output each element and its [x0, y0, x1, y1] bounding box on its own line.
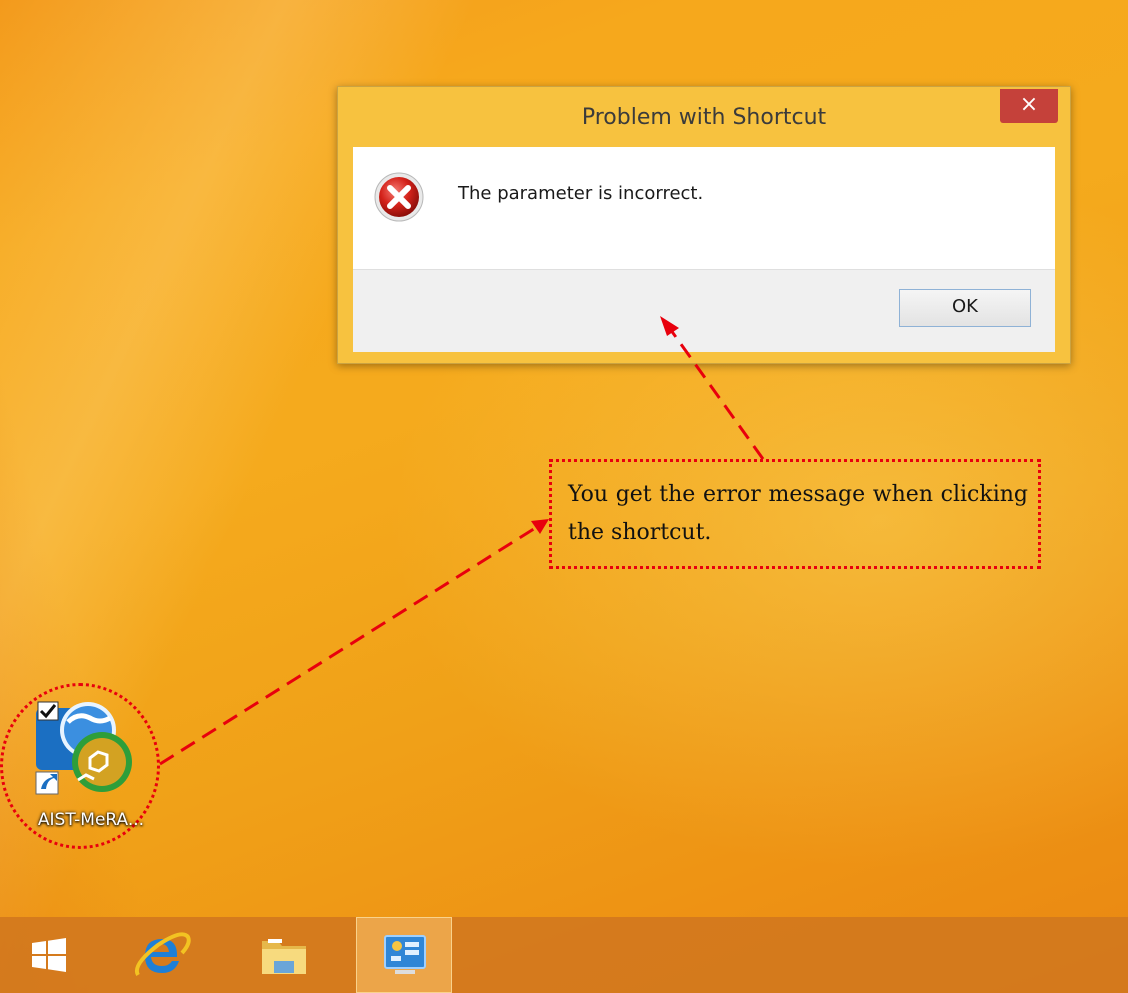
- dialog-footer: OK: [353, 269, 1055, 352]
- windows-logo-icon: [32, 938, 66, 972]
- shortcut-app-icon: [35, 701, 132, 795]
- folder-icon: [262, 939, 306, 974]
- desktop-shortcut[interactable]: AIST-MeRA...: [16, 692, 166, 852]
- start-button[interactable]: [0, 917, 96, 993]
- taskbar: [0, 917, 1128, 993]
- dialog-title: Problem with Shortcut: [581, 105, 827, 130]
- error-dialog: Problem with Shortcut × The parameter is…: [337, 86, 1071, 364]
- dialog-body: The parameter is incorrect. OK: [353, 147, 1055, 352]
- taskbar-control-panel[interactable]: [356, 917, 452, 993]
- annotation-callout: You get the error message when clicking …: [549, 459, 1041, 569]
- ok-button[interactable]: OK: [899, 289, 1031, 327]
- taskbar-internet-explorer[interactable]: [114, 917, 210, 993]
- error-icon: [374, 172, 424, 222]
- internet-explorer-icon: [135, 932, 191, 977]
- control-panel-icon: [384, 935, 426, 974]
- error-message: The parameter is incorrect.: [458, 183, 704, 204]
- shortcut-label: AIST-MeRA...: [37, 810, 145, 830]
- annotation-text: You get the error message when clicking …: [568, 482, 1028, 545]
- taskbar-file-explorer[interactable]: [236, 917, 332, 993]
- close-icon: ×: [1019, 92, 1039, 117]
- close-button[interactable]: ×: [1000, 89, 1058, 123]
